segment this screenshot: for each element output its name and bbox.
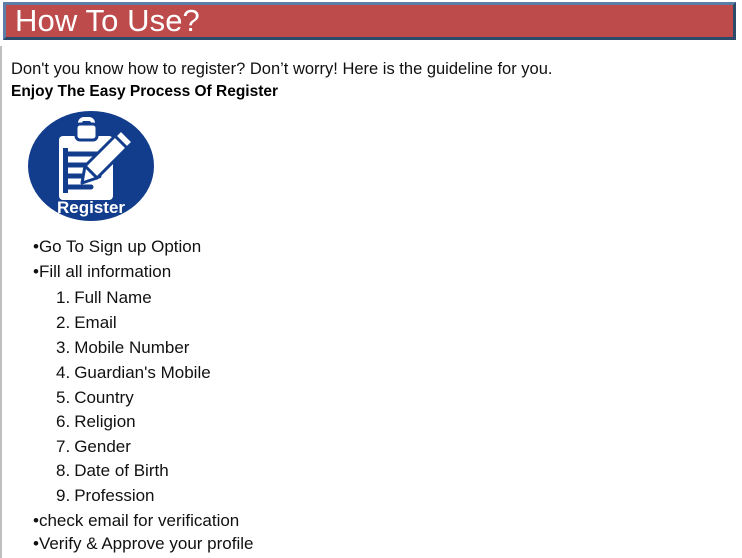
- list-item-number: 2.: [56, 313, 71, 332]
- header-banner: How To Use?: [3, 2, 736, 40]
- list-item: •Fill all information: [33, 261, 171, 283]
- list-item-number: 6.: [56, 412, 71, 431]
- list-item: 4. Guardian's Mobile: [56, 362, 211, 384]
- intro-paragraph: Don't you know how to register? Don’t wo…: [11, 60, 553, 78]
- list-item: •check email for verification: [33, 510, 239, 532]
- page-title: How To Use?: [15, 3, 200, 38]
- list-item-number: 5.: [56, 388, 71, 407]
- list-item-label: Profession: [74, 486, 155, 505]
- list-item: 9. Profession: [56, 485, 155, 507]
- list-item-number: 1.: [56, 288, 71, 307]
- list-item: •Go To Sign up Option: [33, 236, 201, 258]
- list-item-number: 9.: [56, 486, 71, 505]
- list-item: 5. Country: [56, 387, 134, 409]
- subheading: Enjoy The Easy Process Of Register: [11, 83, 279, 100]
- list-item-label: check email for verification: [38, 511, 240, 530]
- list-item-number: 7.: [56, 437, 71, 456]
- badge-label-text: Register: [57, 198, 125, 217]
- clipboard-pencil-icon: Register: [28, 111, 154, 221]
- list-item-label: Guardian's Mobile: [74, 363, 211, 382]
- list-item-label: Religion: [74, 412, 136, 431]
- list-item-number: 3.: [56, 338, 71, 357]
- list-item: 1. Full Name: [56, 287, 152, 309]
- list-item-label: Go To Sign up Option: [38, 237, 202, 256]
- register-badge: Register: [27, 110, 155, 222]
- list-item-number: 8.: [56, 461, 71, 480]
- page-left-divider: [0, 46, 2, 558]
- list-item: •Verify & Approve your profile: [33, 533, 253, 555]
- list-item: 3. Mobile Number: [56, 337, 189, 359]
- list-item-label: Mobile Number: [74, 338, 190, 357]
- list-item: 8. Date of Birth: [56, 460, 169, 482]
- list-item: 6. Religion: [56, 411, 136, 433]
- list-item: 2. Email: [56, 312, 117, 334]
- list-item-label: Country: [74, 388, 134, 407]
- slide-page: How To Use? Don't you know how to regist…: [0, 0, 742, 558]
- list-item-label: Gender: [74, 437, 131, 456]
- list-item-label: Verify & Approve your profile: [38, 534, 254, 553]
- list-item-label: Full Name: [74, 288, 152, 307]
- list-item-label: Email: [74, 313, 117, 332]
- list-item-label: Date of Birth: [74, 461, 169, 480]
- list-item-label: Fill all information: [38, 262, 172, 281]
- list-item: 7. Gender: [56, 436, 131, 458]
- list-item-number: 4.: [56, 363, 71, 382]
